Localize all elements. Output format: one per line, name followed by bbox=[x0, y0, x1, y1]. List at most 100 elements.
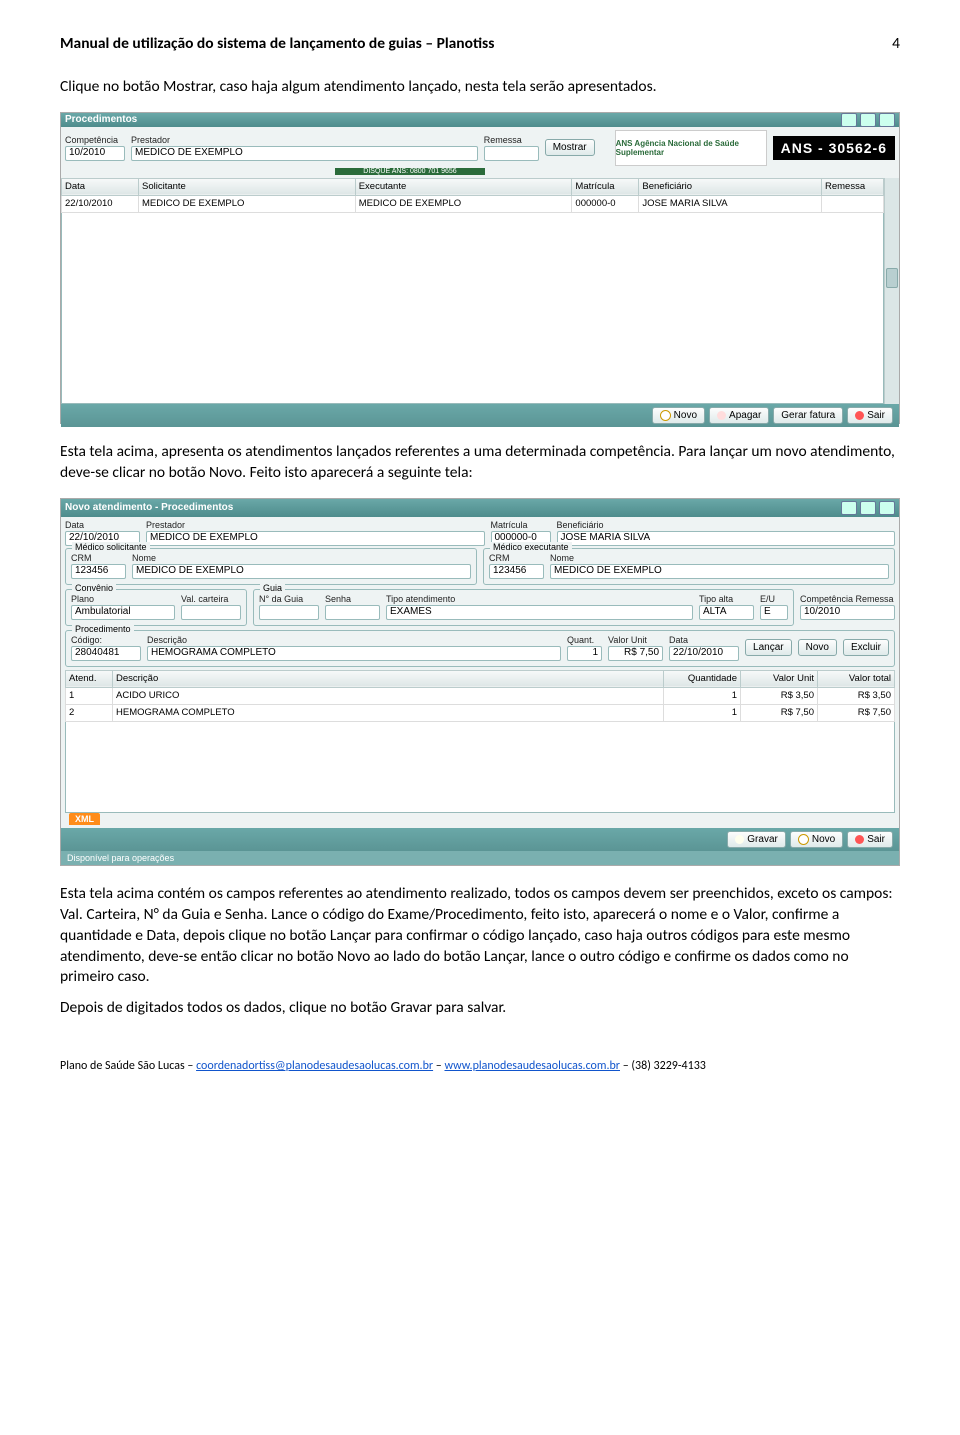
procedimentos-table: Atend. Descrição Quantidade Valor Unit V… bbox=[65, 670, 895, 722]
footer-site-link[interactable]: www.planodesaudesaolucas.com.br bbox=[444, 1059, 620, 1073]
label-prestador: Prestador bbox=[146, 520, 485, 530]
lancar-button[interactable]: Lançar bbox=[745, 639, 792, 656]
descricao-input[interactable]: HEMOGRAMA COMPLETO bbox=[147, 646, 561, 661]
col-valor-total[interactable]: Valor total bbox=[818, 670, 895, 687]
col-solicitante[interactable]: Solicitante bbox=[139, 178, 356, 195]
table-row[interactable]: 2HEMOGRAMA COMPLETO1R$ 7,50R$ 7,50 bbox=[66, 704, 895, 721]
comp-remessa-input[interactable]: 10/2010 bbox=[800, 605, 895, 620]
proc-data-input[interactable]: 22/10/2010 bbox=[669, 646, 739, 661]
label-tipo-alta: Tipo alta bbox=[699, 594, 754, 604]
label-remessa: Remessa bbox=[484, 135, 539, 145]
table-row[interactable]: 1ACIDO URICO1R$ 3,50R$ 3,50 bbox=[66, 687, 895, 704]
sair-button-2[interactable]: Sair bbox=[847, 831, 893, 848]
gravar-button[interactable]: Gravar bbox=[727, 831, 786, 848]
ans-badge: ANS Agência Nacional de Saúde Suplementa… bbox=[615, 130, 895, 166]
label-descricao: Descrição bbox=[147, 635, 561, 645]
apagar-button[interactable]: Apagar bbox=[709, 407, 769, 424]
minimize-icon[interactable] bbox=[841, 501, 857, 515]
val-carteira-input[interactable] bbox=[181, 605, 241, 620]
label-valor-unit: Valor Unit bbox=[608, 635, 663, 645]
col-matricula[interactable]: Matrícula bbox=[572, 178, 639, 195]
crm-exec-input[interactable]: 123456 bbox=[489, 564, 544, 579]
label-comp-remessa: Competência Remessa bbox=[800, 594, 895, 604]
nome-solic-input[interactable]: MEDICO DE EXEMPLO bbox=[132, 564, 471, 579]
table-row[interactable]: 22/10/2010MEDICO DE EXEMPLOMEDICO DE EXE… bbox=[62, 195, 884, 212]
screenshot-novo-atendimento: Novo atendimento - Procedimentos Data 22/… bbox=[60, 498, 900, 866]
close-icon[interactable] bbox=[879, 501, 895, 515]
label-nome: Nome bbox=[550, 553, 889, 563]
ans-number: ANS - 30562-6 bbox=[773, 136, 895, 160]
crm-solic-input[interactable]: 123456 bbox=[71, 564, 126, 579]
bottom-toolbar: Novo Apagar Gerar fatura Sair bbox=[61, 404, 899, 427]
window-title-2: Novo atendimento - Procedimentos bbox=[65, 502, 841, 513]
col-descricao[interactable]: Descrição bbox=[113, 670, 664, 687]
beneficiario-input[interactable]: JOSE MARIA SILVA bbox=[557, 531, 896, 546]
delete-icon bbox=[717, 411, 726, 420]
label-beneficiario: Beneficiário bbox=[557, 520, 896, 530]
ans-disque: DISQUE ANS: 0800 701 9656 bbox=[335, 168, 485, 175]
paragraph-2: Esta tela acima, apresenta os atendiment… bbox=[60, 442, 900, 484]
exit-icon bbox=[855, 835, 864, 844]
legend-guia: Guia bbox=[260, 583, 285, 593]
label-val-carteira: Val. carteira bbox=[181, 594, 241, 604]
col-remessa[interactable]: Remessa bbox=[822, 178, 884, 195]
scrollbar[interactable] bbox=[884, 178, 899, 404]
xml-tab[interactable]: XML bbox=[69, 813, 100, 825]
num-guia-input[interactable] bbox=[259, 605, 319, 620]
status-bar: Disponível para operações bbox=[61, 851, 899, 865]
ans-logo-icon: ANS Agência Nacional de Saúde Suplementa… bbox=[615, 130, 767, 166]
plano-input[interactable]: Ambulatorial bbox=[71, 605, 175, 620]
window-title: Procedimentos bbox=[65, 114, 841, 125]
prestador-input[interactable]: MEDICO DE EXEMPLO bbox=[146, 531, 485, 546]
new-icon bbox=[798, 834, 809, 845]
label-crm: CRM bbox=[489, 553, 544, 563]
col-valor-unit[interactable]: Valor Unit bbox=[741, 670, 818, 687]
label-competencia: Competência bbox=[65, 135, 125, 145]
col-atend[interactable]: Atend. bbox=[66, 670, 113, 687]
novo-button-2[interactable]: Novo bbox=[790, 831, 843, 848]
label-prestador: Prestador bbox=[131, 135, 478, 145]
window-titlebar-2: Novo atendimento - Procedimentos bbox=[61, 499, 899, 517]
exit-icon bbox=[855, 411, 864, 420]
tipo-alta-input[interactable]: ALTA bbox=[699, 605, 754, 620]
page-footer: Plano de Saúde São Lucas – coordenadorti… bbox=[60, 1059, 900, 1073]
doc-title: Manual de utilização do sistema de lança… bbox=[60, 34, 892, 53]
legend-procedimento: Procedimento bbox=[72, 624, 134, 634]
novo-button[interactable]: Novo bbox=[652, 407, 705, 424]
quant-input[interactable]: 1 bbox=[567, 646, 602, 661]
maximize-icon[interactable] bbox=[860, 501, 876, 515]
proc-table-empty-area bbox=[65, 722, 895, 813]
label-senha: Senha bbox=[325, 594, 380, 604]
label-tipo-atend: Tipo atendimento bbox=[386, 594, 693, 604]
label-data: Data bbox=[65, 520, 140, 530]
valor-unit-input[interactable]: R$ 7,50 bbox=[608, 646, 663, 661]
mostrar-button[interactable]: Mostrar bbox=[545, 139, 595, 156]
close-icon[interactable] bbox=[879, 113, 895, 127]
col-beneficiario[interactable]: Beneficiário bbox=[639, 178, 822, 195]
doc-header: Manual de utilização do sistema de lança… bbox=[60, 34, 900, 53]
paragraph-3: Esta tela acima contém os campos referen… bbox=[60, 884, 900, 989]
atendimentos-table: Data Solicitante Executante Matrícula Be… bbox=[61, 178, 884, 213]
excluir-button[interactable]: Excluir bbox=[843, 639, 889, 656]
senha-input[interactable] bbox=[325, 605, 380, 620]
legend-solicitante: Médico solicitante bbox=[72, 542, 150, 552]
prestador-input[interactable]: MEDICO DE EXEMPLO bbox=[131, 146, 478, 161]
gerar-fatura-button[interactable]: Gerar fatura bbox=[773, 407, 843, 424]
competencia-input[interactable]: 10/2010 bbox=[65, 146, 125, 161]
tipo-atend-input[interactable]: EXAMES bbox=[386, 605, 693, 620]
nome-exec-input[interactable]: MEDICO DE EXEMPLO bbox=[550, 564, 889, 579]
window-titlebar: Procedimentos bbox=[61, 113, 899, 127]
codigo-input[interactable]: 28040481 bbox=[71, 646, 141, 661]
maximize-icon[interactable] bbox=[860, 113, 876, 127]
col-executante[interactable]: Executante bbox=[355, 178, 572, 195]
sair-button[interactable]: Sair bbox=[847, 407, 893, 424]
footer-email-link[interactable]: coordenadortiss@planodesaudesaolucas.com… bbox=[196, 1059, 433, 1073]
proc-novo-button[interactable]: Novo bbox=[798, 639, 837, 656]
eu-input[interactable]: E bbox=[760, 605, 788, 620]
remessa-input[interactable] bbox=[484, 146, 539, 161]
col-data[interactable]: Data bbox=[62, 178, 139, 195]
page-number: 4 bbox=[892, 34, 900, 53]
footer-org: Plano de Saúde São Lucas – bbox=[60, 1059, 196, 1073]
col-quantidade[interactable]: Quantidade bbox=[664, 670, 741, 687]
minimize-icon[interactable] bbox=[841, 113, 857, 127]
